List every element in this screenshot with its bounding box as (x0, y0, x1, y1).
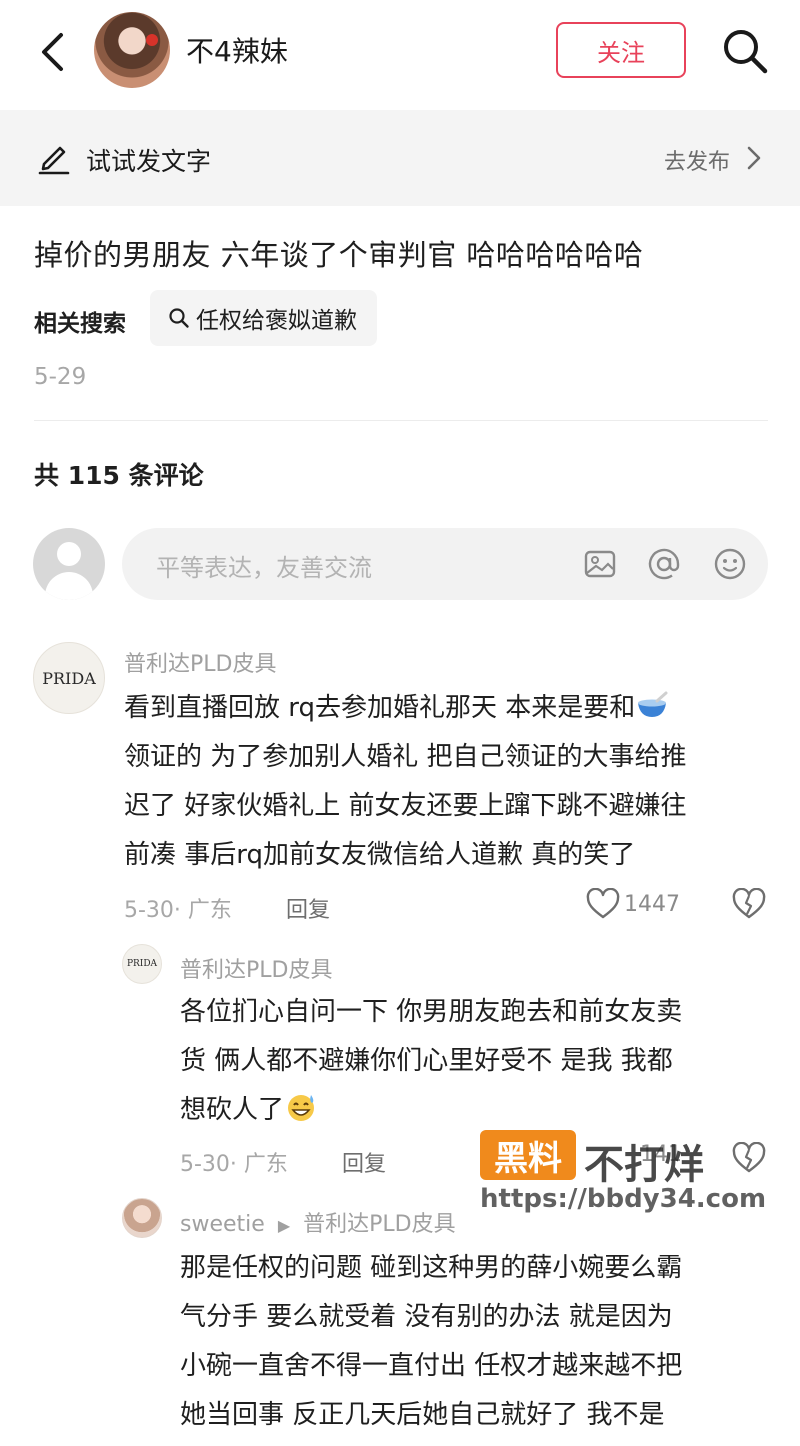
commenter-avatar[interactable]: PRIDA (122, 944, 162, 984)
at-icon[interactable] (646, 546, 682, 582)
my-avatar (33, 528, 105, 600)
comment-text: 看到直播回放 rq去参加婚礼那天 本来是要和 领证的 为了参加别人婚礼 把自己领… (124, 684, 687, 880)
bowl-emoji-icon (638, 691, 668, 717)
try-post-label: 试试发文字 (86, 147, 212, 176)
try-post-bar[interactable]: 试试发文字 去发布 (0, 110, 800, 206)
comment-line: 想砍人了 (180, 1086, 682, 1135)
related-search-query: 任权给褒姒道歉 (196, 308, 357, 334)
related-search-chip[interactable]: 任权给褒姒道歉 (150, 290, 377, 346)
author-name[interactable]: 不4辣妹 (186, 30, 288, 70)
reply-to-name[interactable]: 普利达PLD皮具 (303, 1212, 455, 1237)
comment-line: 她当回事 反正几天后她自己就好了 我不是 (180, 1400, 665, 1430)
like-count: 1447 (624, 891, 680, 917)
comment-line: 小碗一直舍不得一直付出 任权才越来越不把 (180, 1351, 683, 1381)
broken-heart-icon[interactable] (732, 888, 766, 920)
comment-line: 前凑 事后rq加前女友微信给人道歉 真的笑了 (124, 840, 636, 870)
like-button[interactable]: 1447 (586, 888, 680, 920)
watermark-text: 不打烊 (584, 1142, 704, 1188)
divider (34, 420, 768, 421)
post-date: 5-29 (34, 364, 87, 390)
heart-icon (586, 888, 620, 919)
broken-heart-icon[interactable] (732, 1142, 766, 1174)
author-avatar[interactable] (94, 12, 170, 88)
comment-text: 那是任权的问题 碰到这种男的薛小婉要么霸 气分手 要么就受着 没有别的办法 就是… (180, 1244, 682, 1440)
reply-button[interactable]: 回复 (342, 1146, 386, 1178)
commenter-name[interactable]: sweetie (180, 1212, 265, 1237)
comment-line: 那是任权的问题 碰到这种男的薛小婉要么霸 (180, 1253, 683, 1283)
comment-line: 领证的 为了参加别人婚礼 把自己领证的大事给推 (124, 742, 687, 772)
comment-meta: 5-30· 广东 (180, 1152, 288, 1177)
comment-input-placeholder: 平等表达，友善交流 (156, 554, 372, 582)
top-bar: 不4辣妹 关注 (0, 0, 800, 108)
comment-line: 气分手 要么就受着 没有别的办法 就是因为 (180, 1302, 673, 1332)
follow-button[interactable]: 关注 (556, 22, 686, 78)
go-publish-link[interactable]: 去发布 (664, 144, 730, 176)
chevron-right-icon (747, 146, 761, 170)
comment-count: 共 115 条评论 (34, 461, 204, 490)
pen-icon (38, 146, 70, 175)
reply-header: sweetie ▶ 普利达PLD皮具 (180, 1206, 456, 1238)
back-button[interactable] (30, 26, 74, 78)
search-icon (169, 308, 189, 328)
post-caption: 掉价的男朋友 六年谈了个审判官 哈哈哈哈哈哈 (34, 238, 644, 272)
sweat-smile-emoji-icon (288, 1095, 315, 1121)
comment-meta: 5-30· 广东 (124, 898, 232, 923)
search-button[interactable] (718, 24, 772, 78)
comment-input[interactable]: 平等表达，友善交流 (122, 528, 768, 600)
comment-line: 货 俩人都不避嫌你们心里好受不 是我 我都 (180, 1046, 673, 1076)
commenter-name[interactable]: 普利达PLD皮具 (180, 952, 332, 984)
image-icon[interactable] (582, 546, 618, 582)
commenter-avatar[interactable]: PRIDA (33, 642, 105, 714)
related-search-label: 相关搜索 (34, 311, 126, 337)
watermark-logo-box: 黑料 (480, 1130, 576, 1180)
comment-line: 看到直播回放 rq去参加婚礼那天 本来是要和 (124, 684, 687, 733)
search-icon (724, 30, 768, 74)
commenter-avatar[interactable] (122, 1198, 162, 1238)
comment-text: 各位扪心自问一下 你男朋友跑去和前女友卖 货 俩人都不避嫌你们心里好受不 是我 … (180, 988, 682, 1135)
chevron-left-icon (42, 33, 63, 71)
reply-arrow-icon: ▶ (277, 1216, 291, 1235)
comment-line: 各位扪心自问一下 你男朋友跑去和前女友卖 (180, 997, 683, 1027)
comment-line: 迟了 好家伙婚礼上 前女友还要上蹿下跳不避嫌往 (124, 791, 687, 821)
reply-button[interactable]: 回复 (286, 892, 330, 924)
emoji-icon[interactable] (712, 546, 748, 582)
commenter-name[interactable]: 普利达PLD皮具 (124, 646, 276, 678)
watermark-url: https://bbdy34.com (480, 1184, 767, 1214)
